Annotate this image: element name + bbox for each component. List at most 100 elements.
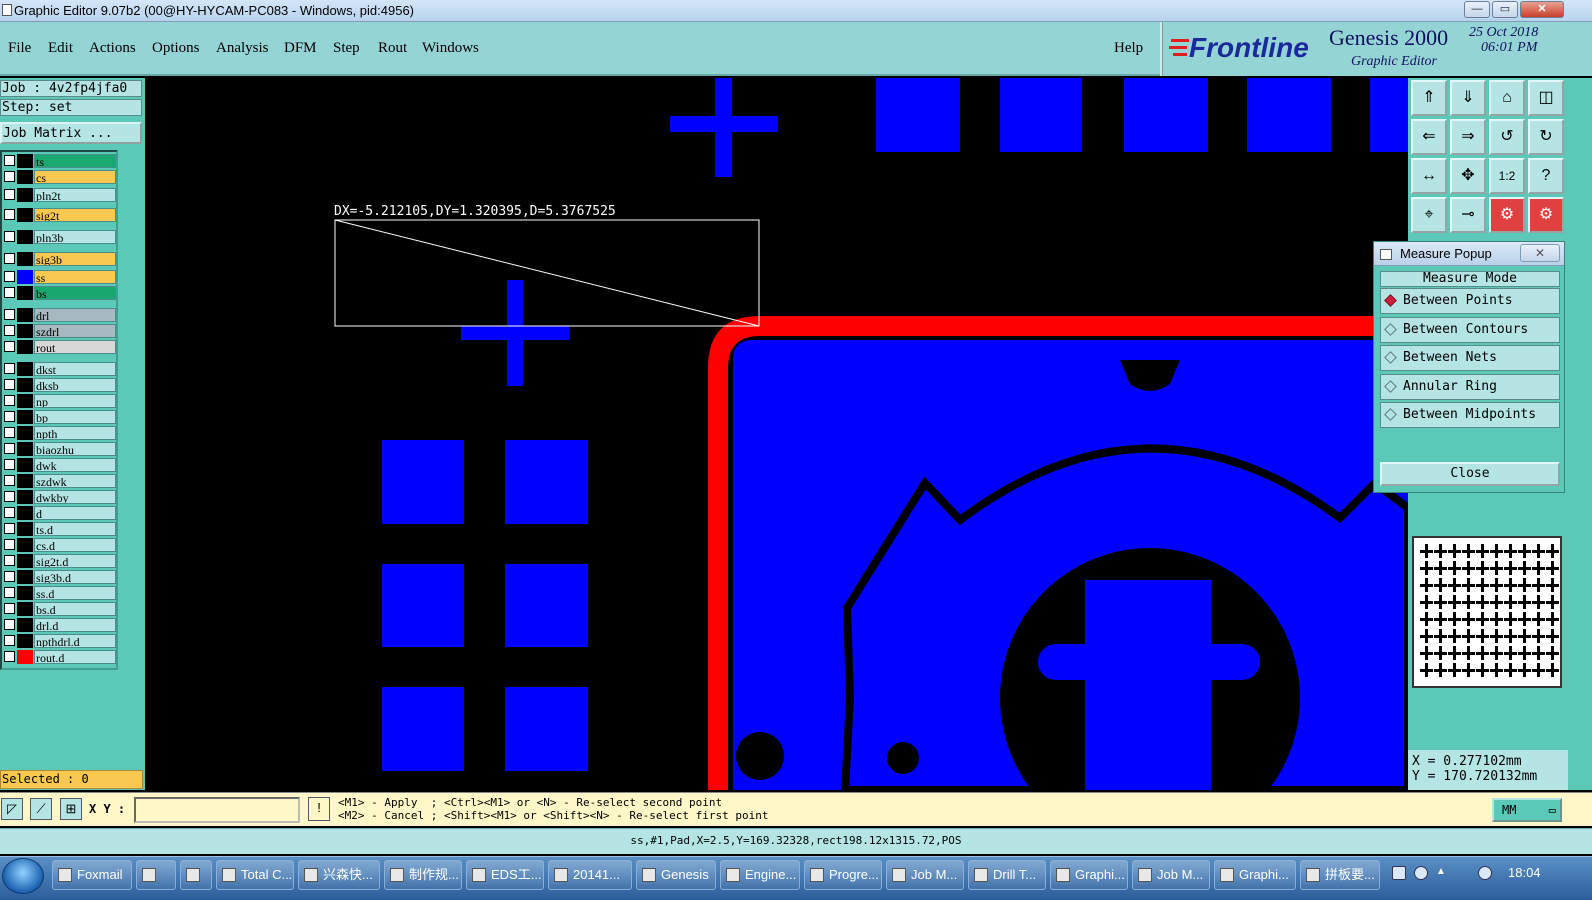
measure-option-between-contours[interactable]: Between Contours	[1380, 317, 1560, 343]
layer-name[interactable]: d	[34, 506, 116, 520]
layer-checkbox[interactable]	[4, 411, 15, 422]
layer-color-swatch[interactable]	[17, 208, 33, 222]
layer-row-rout-d[interactable]: rout.d	[2, 650, 116, 664]
maximize-button[interactable]: ▭	[1492, 1, 1518, 18]
layer-color-swatch[interactable]	[17, 474, 33, 488]
layer-row-drl[interactable]: drl	[2, 308, 116, 322]
layer-name[interactable]: szdrl	[34, 324, 116, 338]
layer-checkbox[interactable]	[4, 427, 15, 438]
layer-color-swatch[interactable]	[17, 618, 33, 632]
layer-checkbox[interactable]	[4, 379, 15, 390]
layer-color-swatch[interactable]	[17, 442, 33, 456]
layer-checkbox[interactable]	[4, 619, 15, 630]
layer-checkbox[interactable]	[4, 443, 15, 454]
menu-rout[interactable]: Rout	[378, 40, 407, 57]
layer-row-pln3b[interactable]: pln3b	[2, 230, 116, 244]
taskbar-item-15[interactable]: Graphi...	[1214, 860, 1296, 890]
network-tray-icon[interactable]	[1478, 866, 1492, 880]
chevron-up-icon[interactable]: ▲	[1436, 866, 1446, 880]
taskbar-item-0[interactable]: Foxmail	[52, 860, 132, 890]
menu-help[interactable]: Help	[1114, 40, 1143, 57]
menu-file[interactable]: File	[8, 40, 31, 57]
layer-name[interactable]: ts.d	[34, 522, 116, 536]
layer-row-pln2t[interactable]: pln2t	[2, 188, 116, 202]
menu-step[interactable]: Step	[333, 40, 360, 57]
layer-row-szdwk[interactable]: szdwk	[2, 474, 116, 488]
layer-row-ss[interactable]: ss	[2, 270, 116, 284]
layer-row-ts[interactable]: ts	[2, 154, 116, 168]
scale-1-2-icon[interactable]: 1:2	[1489, 158, 1525, 194]
menu-windows[interactable]: Windows	[422, 40, 479, 57]
layer-name[interactable]: dwkby	[34, 490, 116, 504]
layer-checkbox[interactable]	[4, 587, 15, 598]
layer-checkbox[interactable]	[4, 209, 15, 220]
layer-name[interactable]: drl	[34, 308, 116, 322]
layer-name[interactable]: sig3b	[34, 252, 116, 266]
fit-width-icon[interactable]: ↔	[1411, 158, 1447, 194]
layer-color-swatch[interactable]	[17, 170, 33, 184]
layer-name[interactable]: pln3b	[34, 230, 116, 244]
layer-name[interactable]: biaozhu	[34, 442, 116, 456]
taskbar-item-9[interactable]: Engine...	[720, 860, 800, 890]
layer-color-swatch[interactable]	[17, 506, 33, 520]
layer-checkbox[interactable]	[4, 325, 15, 336]
layer-checkbox[interactable]	[4, 189, 15, 200]
measure-option-between-nets[interactable]: Between Nets	[1380, 345, 1560, 371]
layer-name[interactable]: sig2t	[34, 208, 116, 222]
taskbar-item-13[interactable]: Graphi...	[1050, 860, 1128, 890]
taskbar-item-4[interactable]: 兴森快...	[298, 860, 380, 890]
layer-checkbox[interactable]	[4, 231, 15, 242]
layer-color-swatch[interactable]	[17, 252, 33, 266]
zoom-down-icon[interactable]: ⇓	[1450, 80, 1486, 116]
measure-option-between-points[interactable]: Between Points	[1380, 288, 1560, 314]
layer-row-drl-d[interactable]: drl.d	[2, 618, 116, 632]
layer-name[interactable]: dwk	[34, 458, 116, 472]
layer-checkbox[interactable]	[4, 523, 15, 534]
snap-mode-1-icon[interactable]: ◸	[1, 798, 23, 820]
layer-color-swatch[interactable]	[17, 554, 33, 568]
ruler-icon[interactable]: ⌖	[1411, 197, 1447, 233]
layer-row-sig2t[interactable]: sig2t	[2, 208, 116, 222]
layer-checkbox[interactable]	[4, 341, 15, 352]
layer-row-bp[interactable]: bp	[2, 410, 116, 424]
layer-color-swatch[interactable]	[17, 154, 33, 168]
layer-color-swatch[interactable]	[17, 378, 33, 392]
layer-row-npthdrl-d[interactable]: npthdrl.d	[2, 634, 116, 648]
layer-row-bs[interactable]: bs	[2, 286, 116, 300]
popup-close-icon[interactable]: ✕	[1520, 244, 1560, 262]
layer-name[interactable]: dkst	[34, 362, 116, 376]
layer-row-dksb[interactable]: dksb	[2, 378, 116, 392]
layer-color-swatch[interactable]	[17, 490, 33, 504]
layer-row-szdrl[interactable]: szdrl	[2, 324, 116, 338]
menu-edit[interactable]: Edit	[48, 40, 73, 57]
redraw-icon[interactable]: ↻	[1528, 119, 1564, 155]
layer-color-swatch[interactable]	[17, 586, 33, 600]
layer-color-swatch[interactable]	[17, 538, 33, 552]
taskbar-item-12[interactable]: Drill T...	[968, 860, 1046, 890]
layer-checkbox[interactable]	[4, 491, 15, 502]
info-icon[interactable]: !	[308, 797, 330, 821]
layer-row-dwk[interactable]: dwk	[2, 458, 116, 472]
layer-color-swatch[interactable]	[17, 362, 33, 376]
layer-name[interactable]: sig3b.d	[34, 570, 116, 584]
layer-color-swatch[interactable]	[17, 340, 33, 354]
layer-checkbox[interactable]	[4, 539, 15, 550]
layer-name[interactable]: npthdrl.d	[34, 634, 116, 648]
zoom-home-icon[interactable]: ⇑	[1411, 80, 1447, 116]
snap-mode-2-icon[interactable]: ⟋	[30, 798, 52, 820]
minimize-button[interactable]: —	[1464, 1, 1490, 18]
layer-name[interactable]: pln2t	[34, 188, 116, 202]
layer-color-swatch[interactable]	[17, 522, 33, 536]
layer-row-d[interactable]: d	[2, 506, 116, 520]
layer-row-ts-d[interactable]: ts.d	[2, 522, 116, 536]
layer-name[interactable]: sig2t.d	[34, 554, 116, 568]
snap-off-icon[interactable]: ⚙	[1528, 197, 1564, 233]
layer-name[interactable]: np	[34, 394, 116, 408]
layer-row-bs-d[interactable]: bs.d	[2, 602, 116, 616]
layer-row-dkst[interactable]: dkst	[2, 362, 116, 376]
layer-checkbox[interactable]	[4, 287, 15, 298]
taskbar-item-14[interactable]: Job M...	[1132, 860, 1210, 890]
layer-checkbox[interactable]	[4, 651, 15, 662]
menu-actions[interactable]: Actions	[89, 40, 136, 57]
measure-option-annular-ring[interactable]: Annular Ring	[1380, 374, 1560, 400]
